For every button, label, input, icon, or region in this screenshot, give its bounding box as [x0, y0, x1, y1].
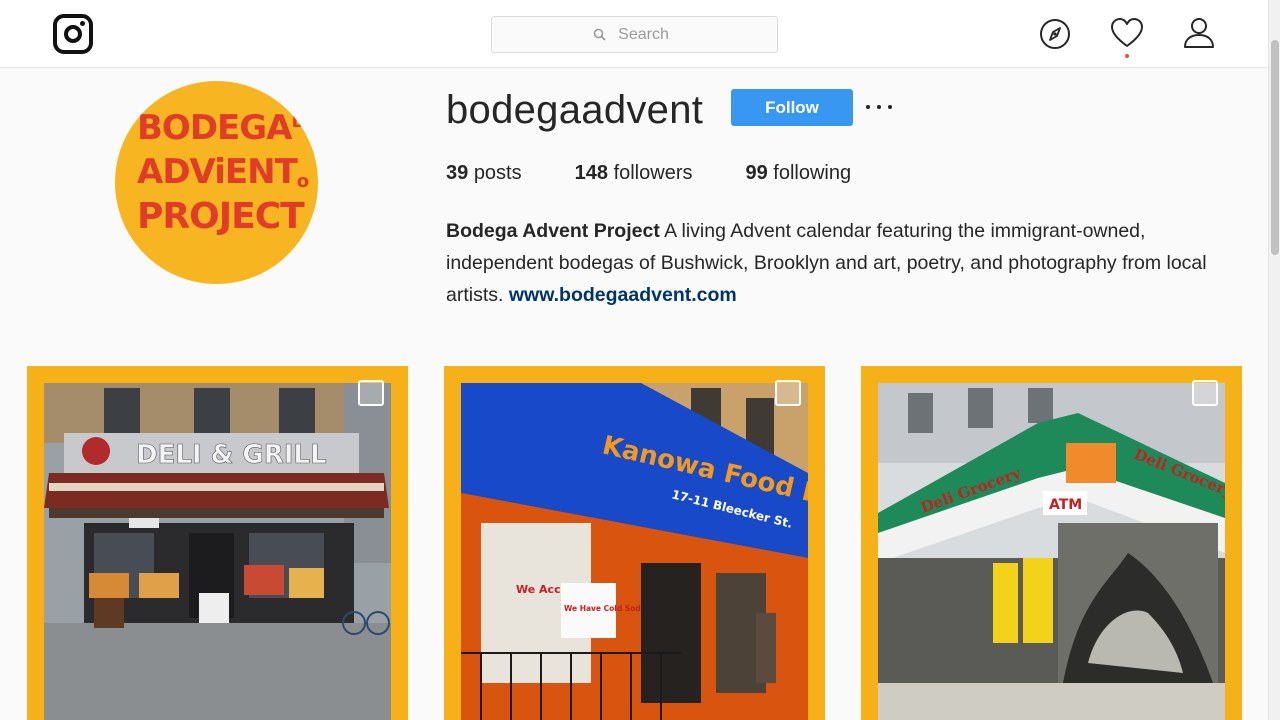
instagram-logo-icon[interactable]	[53, 14, 93, 54]
notification-dot	[1125, 54, 1129, 58]
follow-button[interactable]: Follow	[731, 89, 853, 126]
search-input[interactable]	[492, 25, 777, 44]
posts-count: 39 posts	[446, 162, 522, 184]
bio-full-name: Bodega Advent Project	[446, 220, 660, 242]
profile-avatar[interactable]: BODEGADE ADViENTo PROJECT	[115, 81, 318, 284]
post-image-kanowa-food: Kanowa Food Inc. 17-11 Bleecker St. We A…	[461, 383, 808, 720]
profile-stats: 39 posts 148 followers 99 following	[446, 162, 904, 185]
profile-person-icon[interactable]	[1182, 16, 1216, 50]
page-scrollbar[interactable]	[1268, 0, 1280, 720]
multiple-photos-icon	[358, 380, 384, 406]
post-image-deli-grill: DELI & GRILL	[44, 383, 391, 720]
post-thumbnail-2[interactable]: Kanowa Food Inc. 17-11 Bleecker St. We A…	[444, 366, 825, 720]
search-box[interactable]	[491, 16, 778, 53]
explore-compass-icon[interactable]	[1038, 16, 1072, 50]
activity-heart-icon[interactable]	[1110, 16, 1144, 50]
post-thumbnail-3[interactable]: Deli Grocery Deli Grocery ATM	[861, 366, 1242, 720]
post-sign-text: ATM	[1049, 497, 1082, 513]
more-options-icon[interactable]	[866, 98, 892, 116]
profile-username: bodegaadvent	[446, 88, 704, 132]
post-image-deli-grocery: Deli Grocery Deli Grocery ATM	[878, 383, 1225, 720]
scrollbar-thumb[interactable]	[1271, 40, 1279, 255]
post-thumbnail-1[interactable]: DELI & GRILL	[27, 366, 408, 720]
multiple-photos-icon	[775, 380, 801, 406]
followers-link[interactable]: 148 followers	[575, 162, 693, 185]
top-navigation-bar	[0, 0, 1268, 68]
post-sign-text: DELI & GRILL	[136, 440, 327, 470]
avatar-logo-text: BODEGADE ADViENTo PROJECT	[137, 108, 318, 237]
multiple-photos-icon	[1192, 380, 1218, 406]
bio-website-link[interactable]: www.bodegaadvent.com	[509, 284, 737, 306]
search-icon	[593, 28, 606, 41]
profile-bio: Bodega Advent Project A living Advent ca…	[446, 215, 1246, 311]
following-link[interactable]: 99 following	[745, 162, 851, 185]
